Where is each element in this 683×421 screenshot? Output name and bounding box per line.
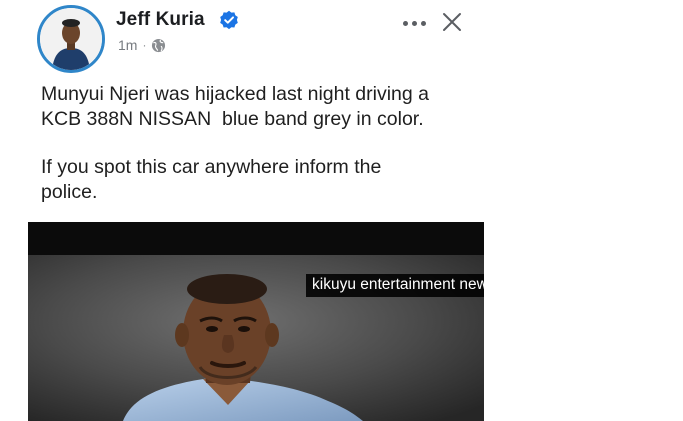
post-timestamp[interactable]: 1m xyxy=(118,37,137,53)
post-text: Munyui Njeri was hijacked last night dri… xyxy=(41,82,641,205)
author-name[interactable]: Jeff Kuria xyxy=(116,9,205,31)
meta-separator: · xyxy=(142,38,147,52)
more-dot xyxy=(402,20,408,26)
post-text-line: KCB 388N NISSAN blue band grey in color. xyxy=(41,108,424,130)
more-options-button[interactable] xyxy=(399,8,429,38)
close-icon[interactable] xyxy=(439,9,465,35)
more-dot xyxy=(411,20,417,26)
post-meta: 1m · xyxy=(118,36,166,54)
watermark-label: kikuyu entertainment news xyxy=(306,274,484,297)
post-text-line: Munyui Njeri was hijacked last night dri… xyxy=(41,83,430,105)
globe-icon[interactable] xyxy=(151,38,166,53)
more-dot xyxy=(420,20,426,26)
verified-badge-icon xyxy=(220,10,238,30)
avatar-photo-icon xyxy=(40,8,102,70)
post-header: Jeff Kuria 1m · xyxy=(0,0,683,73)
post-text-line: police. xyxy=(41,181,98,203)
avatar[interactable] xyxy=(37,5,105,73)
post-text-line: If you spot this car anywhere inform the xyxy=(41,156,382,178)
post-image[interactable]: kikuyu entertainment news xyxy=(28,222,484,421)
